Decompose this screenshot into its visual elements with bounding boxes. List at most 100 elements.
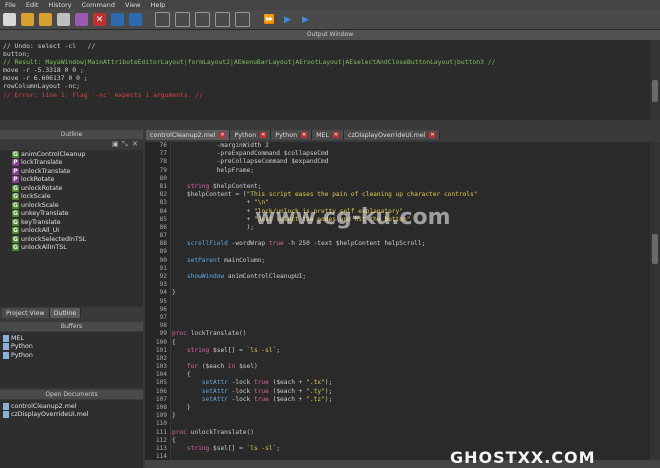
outline-item[interactable]: GunlockRotate: [12, 184, 143, 193]
layout-top-icon[interactable]: [155, 12, 170, 27]
execute-all-icon[interactable]: ⏩: [263, 13, 276, 26]
editor-tab[interactable]: controlCleanup2.mel ✕: [146, 130, 231, 140]
editor-tabs: controlCleanup2.mel ✕ Python ✕ Python ✕ MEL ✕ cz…: [146, 130, 441, 140]
code-token: ".ty": [306, 387, 325, 395]
outline-item[interactable]: GunlockAllInTSL: [12, 244, 143, 253]
outline-toolbar: ▣ ⤡ ✕: [0, 139, 143, 149]
close-tab-icon[interactable]: ✕: [333, 132, 340, 138]
code-token: true: [253, 387, 269, 395]
close-tab-icon[interactable]: ✕: [301, 132, 308, 138]
outline-item[interactable]: GunlockAll_UI: [12, 227, 143, 236]
outline-item[interactable]: GkeyTranslate: [12, 218, 143, 227]
tab-outline[interactable]: Outline: [49, 308, 82, 318]
output-line: rowColumnLayout -nc;: [3, 82, 80, 91]
outline-item-label: unlockRotate: [21, 184, 63, 192]
code-token: "This script eases the pain of cleaning …: [246, 191, 478, 199]
outline-collapse-icon[interactable]: ⤡: [122, 140, 128, 149]
code-line: string $sel[] = `ls -sl`;: [172, 347, 647, 355]
menu-command[interactable]: Command: [77, 1, 120, 9]
code-line: $helpContent = ("This script eases the p…: [172, 191, 647, 199]
clear-all-icon[interactable]: [129, 13, 142, 26]
outline-item[interactable]: GlockScale: [12, 193, 143, 202]
menu-history[interactable]: History: [43, 1, 76, 9]
code-token: ($each: [198, 363, 228, 371]
list-item-label: MEL: [11, 334, 24, 342]
outline-item[interactable]: PunlockTranslate: [12, 167, 143, 176]
outline-item[interactable]: PlockTranslate: [12, 159, 143, 168]
close-tab-icon[interactable]: ✕: [429, 132, 436, 138]
code-area[interactable]: -marginWidth 2 -preExpandCommand $collap…: [172, 142, 647, 460]
editor-tab[interactable]: Python ✕: [271, 130, 313, 140]
editor-tab[interactable]: MEL ✕: [312, 130, 345, 140]
clear-output-icon[interactable]: ✕: [93, 13, 106, 26]
menu-edit[interactable]: Edit: [21, 1, 44, 9]
code-line: scrollField -wordWrap true -h 250 -text …: [172, 240, 647, 248]
code-token: -lock: [227, 395, 254, 403]
line-number: 93: [159, 281, 167, 289]
line-number: 81: [159, 182, 167, 190]
line-number: 77: [159, 150, 167, 158]
output-scrollbar-thumb[interactable]: [652, 80, 658, 102]
list-item[interactable]: Python: [3, 343, 140, 352]
menu-view[interactable]: View: [120, 1, 145, 9]
tab-project-view[interactable]: Project View: [2, 308, 50, 318]
line-number: 98: [159, 322, 167, 330]
line-number: 76: [159, 142, 167, 149]
save-as-icon[interactable]: [75, 13, 88, 26]
editor-tab-label: czDisplayOverrideUI.mel: [348, 131, 426, 139]
layout-bottom-icon[interactable]: [175, 12, 190, 27]
line-number: 105: [155, 379, 167, 387]
code-token: animControlCleanupUI;: [224, 273, 307, 280]
output-window[interactable]: // Undo: select -cl //button;// Result: …: [0, 40, 650, 120]
output-window-title: Output Window: [0, 30, 660, 40]
output-line: // Error: line 1: Flag '-nc' expects 1 a…: [3, 90, 204, 99]
line-number: 80: [159, 174, 167, 182]
outline-item[interactable]: PlockRotate: [12, 176, 143, 185]
menu-file[interactable]: File: [0, 1, 21, 9]
open-folder-icon[interactable]: [21, 13, 34, 26]
outline-item-label: lockRotate: [21, 176, 55, 184]
line-number: 78: [159, 158, 167, 166]
outline-close-icon[interactable]: ✕: [132, 140, 138, 148]
code-editor[interactable]: 76 77 78 79 80 81 82 83 84 85 86 87 88 89 90 91 92 93 94 95…: [145, 142, 650, 460]
outline-lock-icon[interactable]: ▣: [112, 140, 119, 148]
save-icon[interactable]: [57, 13, 70, 26]
editor-tab[interactable]: Python ✕: [230, 130, 272, 140]
code-line: setAttr -lock true ($each + ".tx");: [172, 379, 647, 387]
open-folder-alt-icon[interactable]: [39, 13, 52, 26]
list-item[interactable]: czDisplayOverrideUI.mel: [3, 411, 140, 420]
output-scrollbar[interactable]: [650, 40, 660, 120]
execute-selected-icon[interactable]: ▶: [299, 13, 312, 26]
line-number: 85: [159, 215, 167, 223]
new-file-icon[interactable]: [3, 13, 16, 26]
clear-input-icon[interactable]: [111, 13, 124, 26]
layout-left-icon[interactable]: [215, 12, 230, 27]
code-token: ($each +: [268, 379, 307, 387]
list-item[interactable]: Python: [3, 351, 140, 360]
editor-scrollbar-thumb[interactable]: [652, 234, 658, 264]
layout-split-icon[interactable]: [195, 12, 210, 27]
local-proc-icon: P: [12, 159, 19, 167]
buffer-icon: [3, 334, 9, 342]
global-proc-icon: G: [12, 244, 19, 252]
list-item[interactable]: controlCleanup2.mel: [3, 402, 140, 411]
editor-scrollbar[interactable]: [650, 142, 660, 460]
outline-item[interactable]: GanimControlCleanup: [12, 150, 143, 159]
code-token: setAttr: [201, 387, 228, 395]
document-icon: [3, 411, 9, 419]
outline-item[interactable]: GunkeyTranslate: [12, 210, 143, 219]
local-proc-icon: P: [12, 176, 19, 184]
execute-icon[interactable]: ▶: [281, 13, 294, 26]
document-icon: [3, 402, 9, 410]
line-number: 114: [155, 453, 167, 460]
code-token: string: [186, 444, 210, 452]
close-tab-icon[interactable]: ✕: [260, 132, 267, 138]
outline-item[interactable]: GunlockScale: [12, 201, 143, 210]
outline-item[interactable]: GunlockSelectedInTSL: [12, 235, 143, 244]
editor-tab[interactable]: czDisplayOverrideUI.mel ✕: [344, 130, 441, 140]
menu-help[interactable]: Help: [145, 1, 170, 9]
layout-right-icon[interactable]: [235, 12, 250, 27]
code-line: {: [172, 339, 647, 347]
list-item[interactable]: MEL: [3, 334, 140, 343]
close-tab-icon[interactable]: ✕: [219, 132, 226, 138]
